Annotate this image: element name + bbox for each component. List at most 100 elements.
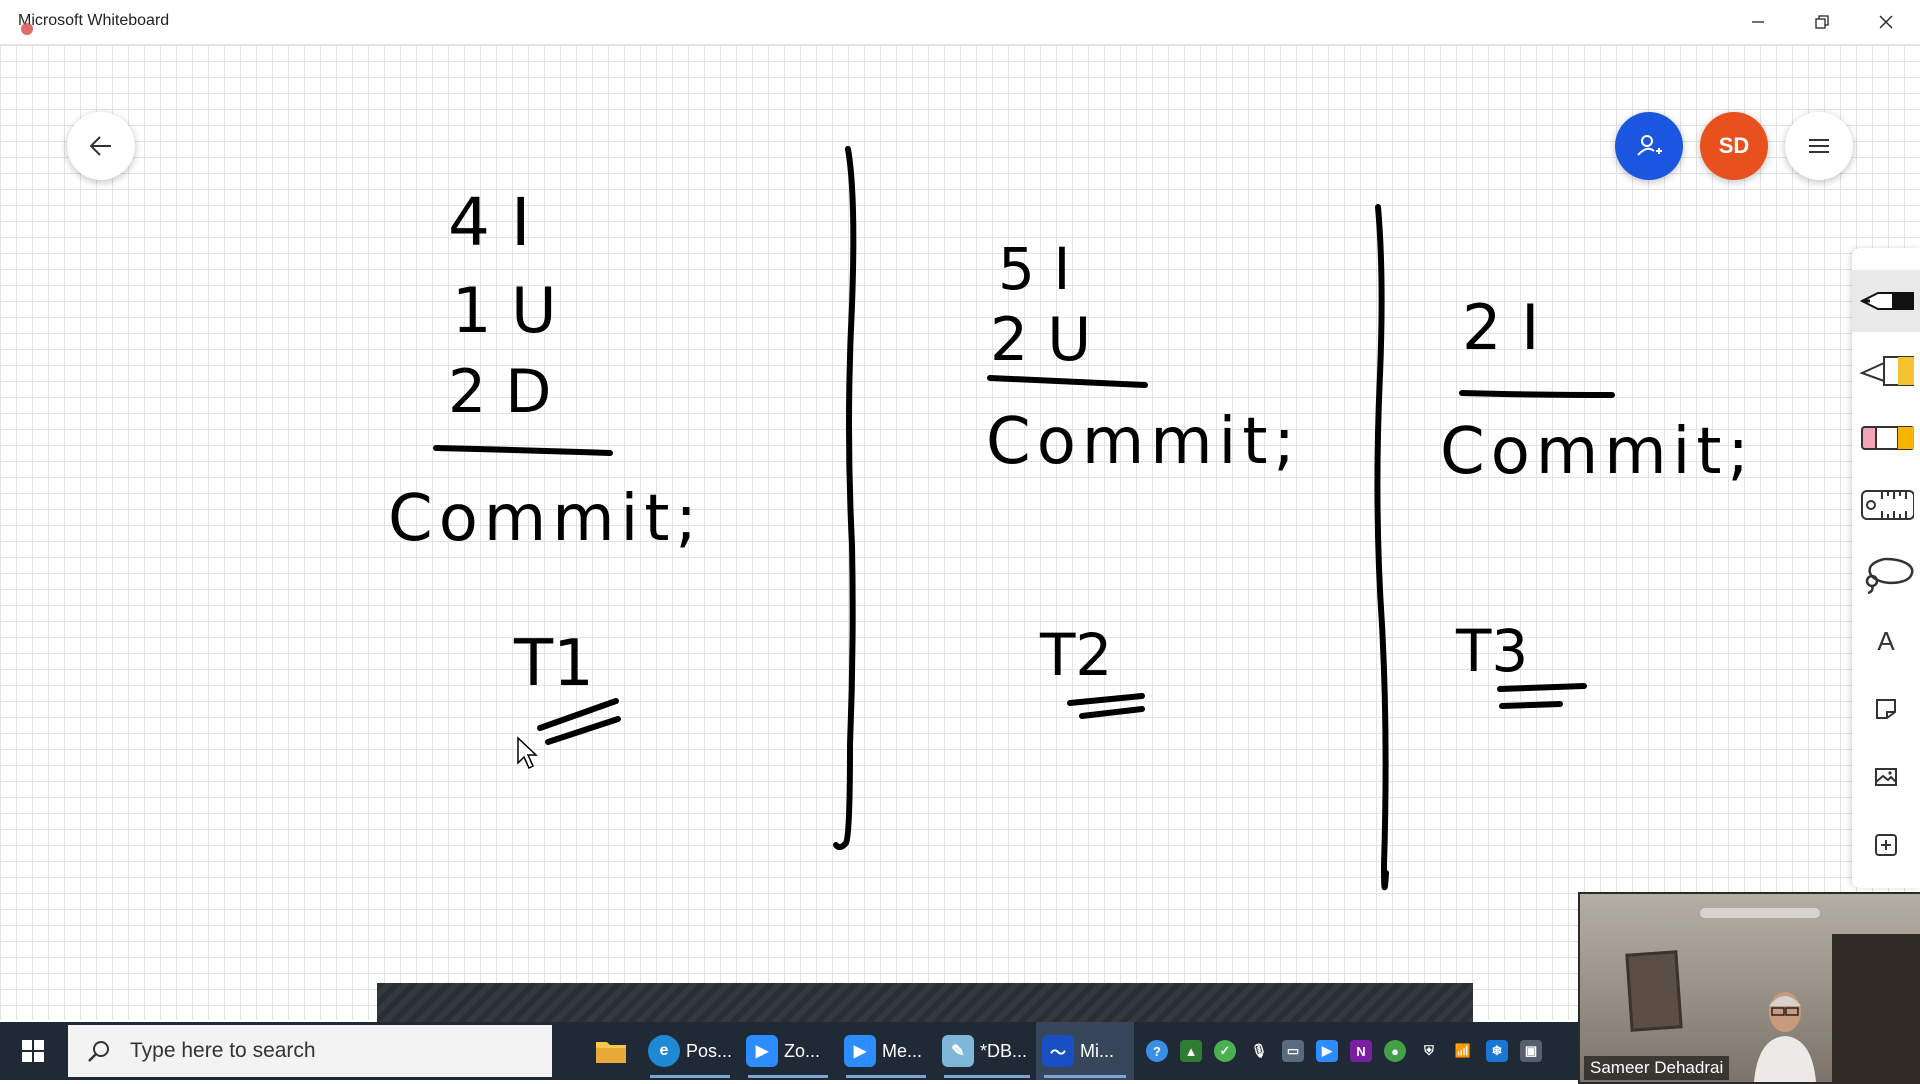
ink-layer: 4 I 1 U 2 D Commit; T1 5 I 2 U Commit; T… xyxy=(388,146,1755,890)
notepad-icon: ✎ xyxy=(942,1035,974,1067)
recording-indicator xyxy=(21,23,33,35)
whiteboard-icon: 〜 xyxy=(1042,1035,1074,1067)
image-icon xyxy=(1875,768,1897,786)
taskbar-item-label: Me... xyxy=(882,1040,923,1061)
col2-commit: Commit; xyxy=(986,405,1301,479)
col1-line3: 2 D xyxy=(448,357,551,427)
start-button[interactable] xyxy=(0,1022,66,1080)
taskbar-item-notepad[interactable]: ✎ *DB... xyxy=(936,1022,1038,1080)
text-tool[interactable]: A xyxy=(1852,610,1920,672)
taskbar-item-zoom[interactable]: ▶ Zo... xyxy=(740,1022,836,1080)
sync-icon[interactable]: ● xyxy=(1384,1040,1406,1062)
back-button[interactable] xyxy=(67,112,135,180)
screen-share-bar xyxy=(377,983,1473,1023)
lasso-icon xyxy=(1865,557,1914,595)
ceiling-fan xyxy=(1700,908,1820,918)
taskbar-search[interactable]: Type here to search xyxy=(68,1025,552,1077)
highlighter-tool[interactable] xyxy=(1852,338,1920,400)
add-person-icon xyxy=(1637,135,1662,156)
mouse-cursor-icon xyxy=(517,736,538,770)
col1-underline xyxy=(433,445,613,456)
taskbar-item-edge[interactable]: e Pos... xyxy=(642,1022,738,1080)
cabinet xyxy=(1832,934,1920,1082)
participant-figure xyxy=(1754,992,1816,1082)
wall-picture xyxy=(1625,950,1683,1032)
restore-button[interactable] xyxy=(1791,0,1853,44)
eraser-tool[interactable] xyxy=(1852,406,1920,468)
hamburger-menu-icon xyxy=(1809,139,1829,153)
minimize-icon xyxy=(1752,21,1764,23)
onenote-icon[interactable]: N xyxy=(1350,1040,1372,1062)
security-check-icon[interactable]: ✓ xyxy=(1214,1040,1236,1062)
folder-icon xyxy=(596,1042,626,1063)
avatar[interactable]: SD xyxy=(1700,112,1768,180)
taskbar-file-explorer[interactable] xyxy=(586,1022,636,1080)
ruler-icon xyxy=(1861,490,1914,520)
col1-line1: 4 I xyxy=(448,184,530,261)
device-icon[interactable]: ▣ xyxy=(1520,1040,1542,1062)
col2-line1: 5 I xyxy=(998,235,1070,303)
invite-button[interactable] xyxy=(1615,112,1683,180)
note-tool[interactable] xyxy=(1852,678,1920,740)
running-indicator xyxy=(1044,1075,1126,1078)
col3-underline xyxy=(1459,390,1615,398)
col3-commit: Commit; xyxy=(1440,415,1755,489)
col2-label-underline-2 xyxy=(1079,706,1145,719)
running-indicator xyxy=(944,1075,1030,1078)
microphone-icon[interactable]: 🎙 xyxy=(1248,1040,1270,1062)
menu-button[interactable] xyxy=(1785,112,1853,180)
taskbar-item-label: Pos... xyxy=(686,1040,733,1061)
running-indicator xyxy=(650,1075,730,1078)
minimize-button[interactable] xyxy=(1727,0,1789,44)
running-indicator xyxy=(846,1075,926,1078)
taskbar-item-zoom-meeting[interactable]: ▶ Me... xyxy=(838,1022,934,1080)
arrow-left-icon xyxy=(89,136,111,156)
running-indicator xyxy=(748,1075,828,1078)
divider-2 xyxy=(1374,204,1389,890)
network-icon[interactable]: 📶 xyxy=(1452,1040,1474,1062)
window-title: Microsoft Whiteboard xyxy=(18,12,170,29)
taskbar-item-label: *DB... xyxy=(980,1040,1028,1061)
pen-tool[interactable] xyxy=(1852,270,1920,332)
col3-label: T3 xyxy=(1455,617,1528,685)
title-bar: Microsoft Whiteboard xyxy=(0,0,1920,45)
windows-icon xyxy=(22,1040,44,1062)
taskbar-item-whiteboard[interactable]: 〜 Mi... xyxy=(1036,1022,1134,1080)
eraser-icon xyxy=(1861,426,1914,450)
col2-line2: 2 U xyxy=(990,305,1091,375)
system-tray: ? ▲ ✓ 🎙 ▭ ▶ N ● ⛨ 📶 ❄ ▣ xyxy=(1140,1022,1580,1080)
nvidia-icon[interactable]: ▲ xyxy=(1180,1040,1202,1062)
col1-commit: Commit; xyxy=(388,482,703,556)
image-tool[interactable] xyxy=(1852,746,1920,808)
zoom-meeting-icon: ▶ xyxy=(844,1035,876,1067)
lasso-tool[interactable] xyxy=(1852,542,1920,604)
shield-icon[interactable]: ⛨ xyxy=(1418,1040,1440,1062)
col3-line1: 2 I xyxy=(1462,291,1539,364)
inking-toolbar: A xyxy=(1852,248,1920,888)
highlighter-icon xyxy=(1859,356,1914,386)
snowflake-icon[interactable]: ❄ xyxy=(1486,1040,1508,1062)
col1-label: T1 xyxy=(513,627,594,701)
sticky-note-icon xyxy=(1876,699,1896,719)
restore-icon xyxy=(1815,15,1829,29)
col2-label-underline-1 xyxy=(1067,693,1145,706)
text-tool-label: A xyxy=(1877,625,1895,656)
zoom-icon: ▶ xyxy=(746,1035,778,1067)
camera-icon[interactable]: ▭ xyxy=(1282,1040,1304,1062)
close-button[interactable] xyxy=(1855,0,1917,44)
col1-line2: 1 U xyxy=(452,274,557,347)
edge-icon: e xyxy=(648,1035,680,1067)
ruler-tool[interactable] xyxy=(1852,474,1920,536)
whiteboard-canvas[interactable]: 4 I 1 U 2 D Commit; T1 5 I 2 U Commit; T… xyxy=(0,45,1920,1020)
close-icon xyxy=(1879,15,1893,29)
video-thumbnail[interactable]: Sameer Dehadrai xyxy=(1578,892,1920,1084)
participant-name: Sameer Dehadrai xyxy=(1584,1056,1730,1080)
zoom-tray-icon[interactable]: ▶ xyxy=(1316,1040,1338,1062)
col3-label-underline-2 xyxy=(1499,701,1563,709)
pen-icon xyxy=(1859,292,1914,310)
divider-1 xyxy=(833,146,857,851)
taskbar-item-label: Zo... xyxy=(784,1040,821,1061)
help-icon[interactable]: ? xyxy=(1146,1040,1168,1062)
add-tool[interactable] xyxy=(1852,814,1920,876)
plus-box-icon xyxy=(1875,834,1897,856)
